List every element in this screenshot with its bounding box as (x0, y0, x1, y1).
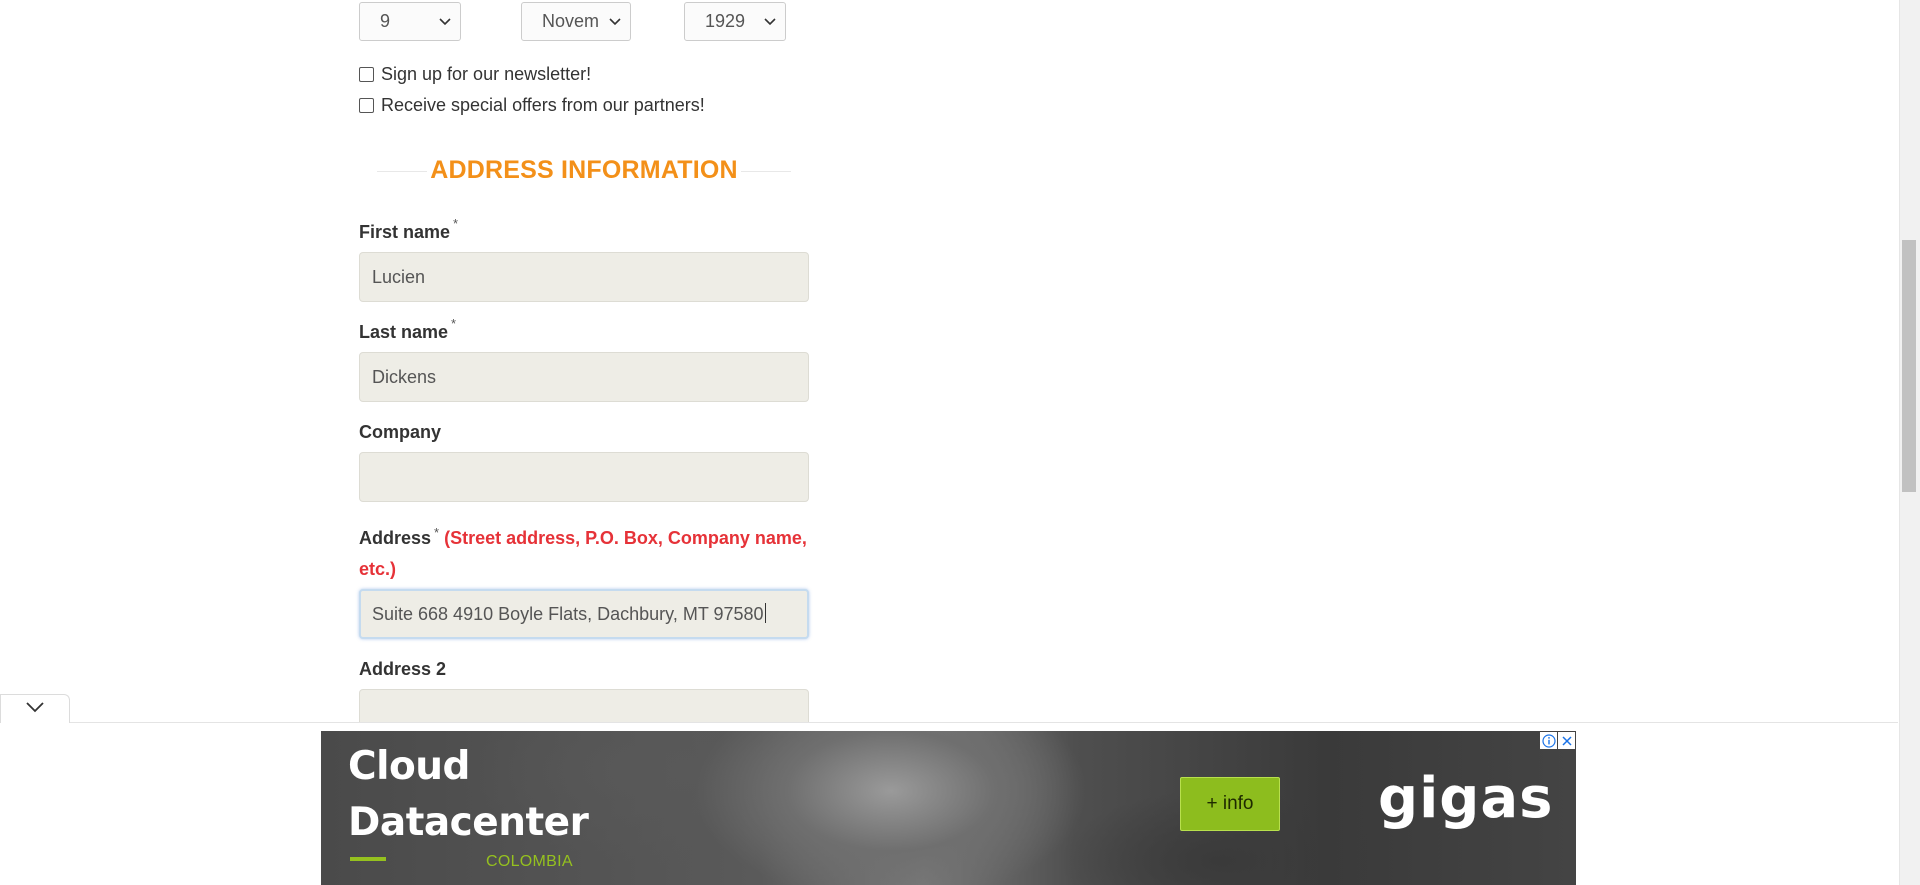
ad-accent-bar (350, 857, 386, 861)
heading-divider (741, 171, 791, 172)
address2-label: Address 2 (359, 659, 446, 680)
required-marker: * (453, 216, 459, 231)
sticky-ad-container: Cloud Datacenter COLOMBIA + info gigas (0, 723, 1898, 885)
required-marker: * (451, 316, 457, 331)
scrollbar-thumb[interactable] (1902, 240, 1916, 492)
page-scrollbar[interactable] (1899, 0, 1920, 885)
dob-year-value: 1929 (705, 11, 746, 31)
address-label: Address * (Street address, P.O. Box, Comp… (359, 523, 809, 585)
info-icon[interactable] (1540, 732, 1557, 749)
newsletter-label[interactable]: Sign up for our newsletter! (381, 64, 591, 85)
offers-checkbox[interactable] (359, 97, 374, 113)
chevron-down-icon (608, 3, 622, 40)
dob-day-value: 9 (380, 11, 391, 31)
address-section-heading: ADDRESS INFORMATION (377, 152, 791, 188)
last-name-label: Last name * (359, 316, 456, 343)
offers-option: Receive special offers from our partners… (359, 94, 705, 116)
ad-banner[interactable]: Cloud Datacenter COLOMBIA + info gigas (321, 731, 1576, 885)
last-name-value: Dickens (372, 367, 437, 387)
chevron-down-icon (763, 3, 777, 40)
company-label: Company (359, 422, 441, 443)
page: 9 Novem 1929 Sign up for our newsletter!… (0, 0, 1920, 885)
first-name-value: Lucien (372, 267, 426, 287)
last-name-label-text: Last name (359, 322, 449, 342)
first-name-label-text: First name (359, 222, 451, 242)
company-label-text: Company (359, 422, 442, 442)
dob-month-value: Novem (542, 11, 600, 31)
address-value: Suite 668 4910 Boyle Flats, Dachbury, MT… (372, 604, 764, 624)
text-caret (764, 603, 766, 624)
address-label-text: Address (359, 528, 432, 548)
dob-row: 9 Novem 1929 (359, 2, 809, 43)
last-name-input[interactable]: Dickens (359, 352, 809, 402)
newsletter-checkbox[interactable] (359, 66, 374, 82)
chevron-down-icon (438, 3, 452, 40)
chevron-down-icon (25, 700, 45, 718)
ad-divider (0, 722, 1898, 723)
ad-subtitle: COLOMBIA (486, 853, 573, 870)
address-input[interactable]: Suite 668 4910 Boyle Flats, Dachbury, MT… (359, 589, 809, 639)
first-name-input[interactable]: Lucien (359, 252, 809, 302)
dob-month-select[interactable]: Novem (521, 2, 631, 41)
dob-day-select[interactable]: 9 (359, 2, 461, 41)
newsletter-option: Sign up for our newsletter! (359, 63, 591, 85)
close-icon[interactable] (1558, 732, 1575, 749)
required-marker: * (434, 525, 440, 540)
ad-title: Cloud Datacenter (348, 744, 589, 845)
ad-collapse-toggle[interactable] (0, 694, 70, 723)
dob-year-select[interactable]: 1929 (684, 2, 786, 41)
address2-label-text: Address 2 (359, 659, 447, 679)
first-name-label: First name * (359, 216, 458, 243)
heading-divider (377, 171, 427, 172)
company-input[interactable] (359, 452, 809, 502)
section-title: ADDRESS INFORMATION (430, 156, 738, 184)
ad-info-button[interactable]: + info (1180, 777, 1280, 831)
ad-brand-logo: gigas (1378, 766, 1554, 831)
offers-label[interactable]: Receive special offers from our partners… (381, 95, 705, 116)
